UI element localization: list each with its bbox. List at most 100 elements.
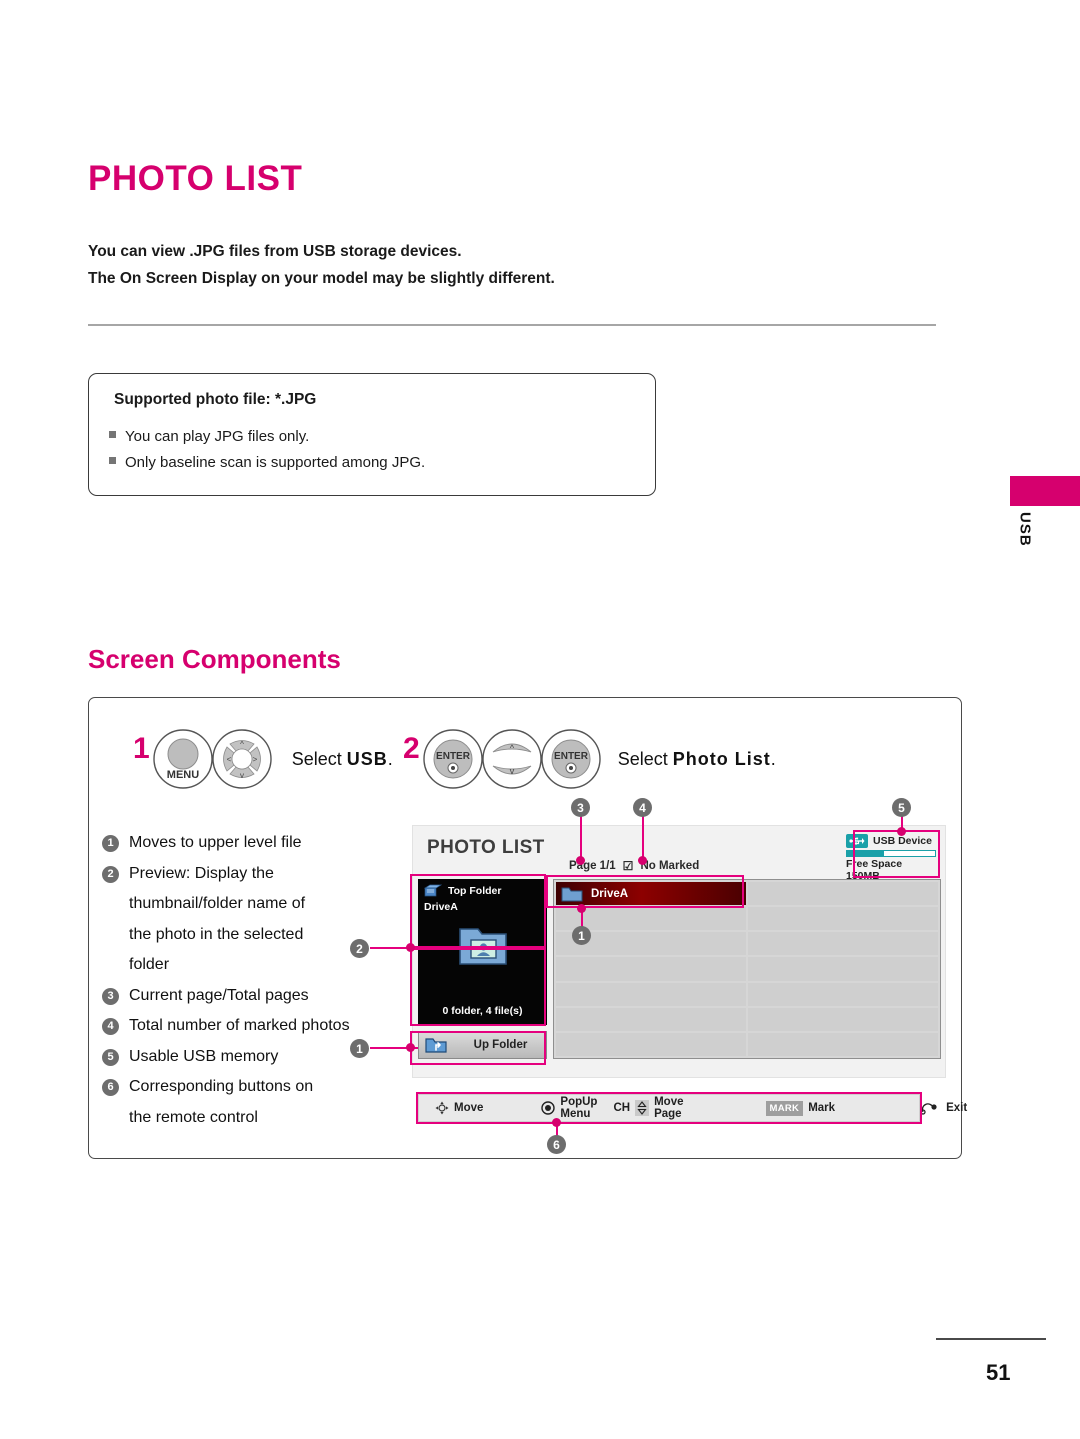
section-heading: Screen Components (88, 644, 341, 674)
note-title: Supported photo file: *.JPG (114, 391, 317, 408)
mark-key-icon: MARK (765, 1100, 804, 1116)
usb-device-label: USB Device (873, 835, 932, 847)
legend-badge: 4 (102, 1018, 119, 1035)
legend-badge: 3 (102, 987, 119, 1005)
file-grid-item[interactable] (556, 982, 746, 1006)
file-grid-item[interactable] (748, 957, 938, 981)
dpad-icon (435, 1101, 449, 1115)
marked-checkbox-icon: ☑ (622, 859, 634, 873)
svg-text:ENTER: ENTER (554, 751, 589, 762)
footer-rule (936, 1338, 1046, 1340)
usb-icon (846, 834, 868, 848)
hint-move[interactable]: Move (435, 1101, 483, 1115)
file-grid-item[interactable] (748, 982, 938, 1006)
legend-badge: 5 (102, 1048, 119, 1066)
osd-title: PHOTO LIST (427, 837, 545, 858)
svg-text:v: v (509, 766, 514, 776)
file-grid-item[interactable] (748, 1032, 938, 1056)
file-grid-item-label: DriveA (591, 887, 629, 900)
hint-move-page[interactable]: CH Move Page (613, 1096, 683, 1120)
note-item-label: You can play JPG files only. (125, 428, 310, 445)
legend-badge: 2 (102, 865, 119, 883)
svg-text:>: > (252, 755, 257, 764)
up-folder-icon (425, 1036, 461, 1054)
step-2-instruction: Select Photo List. (618, 749, 776, 770)
step-1-instruction: Select USB. (292, 749, 393, 770)
legend-item-2: 2 Preview: Display the thumbnail/folder … (102, 859, 402, 981)
enter-circle-icon (541, 1101, 556, 1115)
legend-item-3: 3 Current page/Total pages (102, 981, 402, 1012)
svg-text:<: < (226, 755, 231, 764)
usb-capacity-bar (846, 850, 936, 857)
navigation-pad-icon[interactable]: ^ v < > (208, 728, 276, 790)
preview-header-label: Top Folder (448, 884, 502, 897)
file-grid-item[interactable] (748, 1007, 938, 1031)
hint-popup-menu[interactable]: PopUp Menu (541, 1096, 597, 1120)
preview-drive-name: DriveA (424, 901, 458, 913)
usb-device-widget: USB Device Free Space 150MB (843, 832, 939, 883)
svg-text:ENTER: ENTER (436, 751, 471, 762)
file-grid-item[interactable] (748, 907, 938, 931)
header-divider (88, 324, 936, 326)
file-grid-item[interactable] (556, 932, 746, 956)
hint-move-label: Move (454, 1102, 484, 1114)
usb-device-row: USB Device (846, 834, 936, 848)
file-grid-item[interactable] (748, 932, 938, 956)
legend-label: Current page/Total pages (129, 986, 309, 1004)
legend-item-1: 1 Moves to upper level file (102, 828, 402, 859)
page-indicator: Page 1/1 (569, 860, 616, 872)
legend-label: Moves to upper level file (129, 834, 302, 851)
step-2-number: 2 (403, 732, 420, 765)
file-grid-item-selected[interactable]: DriveA (556, 882, 746, 906)
step-1-prefix: Select (291, 748, 347, 769)
preview-file-count: 0 folder, 4 file(s) (442, 1005, 523, 1017)
file-grid-item[interactable] (748, 882, 938, 906)
ch-updown-icon (635, 1100, 650, 1116)
note-item: Only baseline scan is supported among JP… (109, 450, 425, 476)
usb-capacity-fill (847, 851, 884, 856)
up-folder-label: Up Folder (473, 1039, 528, 1051)
svg-text:v: v (240, 771, 244, 780)
svg-text:MENU: MENU (166, 769, 198, 781)
file-grid-item[interactable] (556, 907, 746, 931)
hint-mark-label: Mark (808, 1102, 836, 1114)
step-1: 1 MENU ^ v < > Select USB. (133, 728, 393, 790)
menu-button-icon[interactable]: MENU (152, 728, 214, 790)
preview-header: Top Folder (424, 884, 501, 897)
hint-popup-menu-label: PopUp Menu (560, 1096, 598, 1120)
osd-status-row: Page 1/1 ☑ No Marked (569, 859, 699, 873)
step-2-target: Photo List (672, 748, 771, 769)
step-2-suffix: . (770, 748, 776, 769)
intro-line-2: The On Screen Display on your model may … (88, 270, 555, 287)
folder-thumbnail-icon (458, 923, 508, 972)
legend-list: 1 Moves to upper level file 2 Preview: D… (102, 828, 402, 1133)
page-title: PHOTO LIST (88, 159, 303, 198)
enter-button-icon[interactable]: ENTER (422, 728, 484, 790)
step-2-prefix: Select (617, 748, 673, 769)
usb-side-tab-bar (1010, 476, 1080, 506)
legend-item-5: 5 Usable USB memory (102, 1042, 402, 1073)
legend-label: Usable USB memory (129, 1047, 279, 1065)
svg-text:^: ^ (240, 740, 244, 749)
step-2: 2 ENTER ^ v ENTER Select Photo List. (403, 728, 776, 790)
file-grid-item[interactable] (556, 957, 746, 981)
enter-button-icon-2[interactable]: ENTER (540, 728, 602, 790)
hint-exit[interactable]: Exit (921, 1101, 967, 1115)
marked-count-label: No Marked (640, 860, 700, 872)
up-folder-button[interactable]: Up Folder (418, 1031, 547, 1059)
file-grid-item[interactable] (556, 1007, 746, 1031)
hint-exit-label: Exit (946, 1102, 968, 1114)
step-1-target: USB (346, 748, 388, 769)
file-grid[interactable]: DriveA (553, 879, 941, 1059)
usb-side-tab-label: USB (1016, 512, 1034, 547)
legend-label: Corresponding buttons on the remote cont… (129, 1078, 314, 1126)
note-item-label: Only baseline scan is supported among JP… (125, 454, 426, 471)
hint-ch-prefix: CH (613, 1102, 631, 1114)
exit-icon (921, 1101, 941, 1115)
legend-label: Total number of marked photos (129, 1017, 350, 1034)
hint-mark[interactable]: MARK Mark (765, 1100, 836, 1116)
legend-badge: 1 (102, 835, 119, 852)
file-grid-item[interactable] (556, 1032, 746, 1056)
step-1-suffix: . (387, 748, 393, 769)
channel-updown-button-icon[interactable]: ^ v (478, 728, 546, 790)
